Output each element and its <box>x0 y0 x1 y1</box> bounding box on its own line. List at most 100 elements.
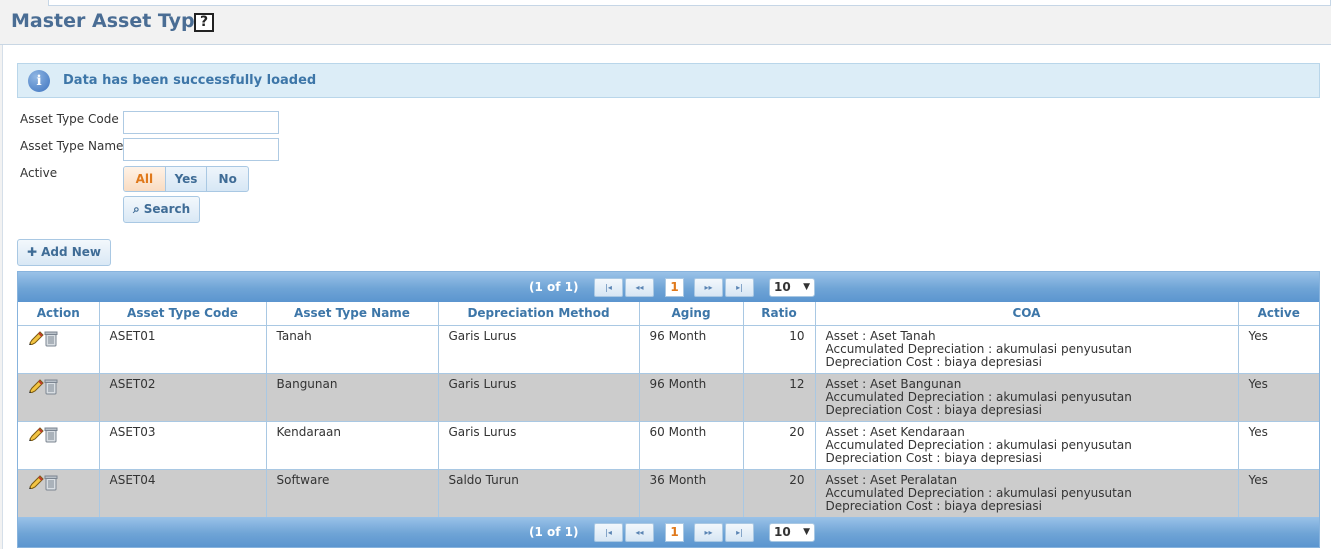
first-page-button[interactable]: |◂ <box>594 523 623 542</box>
active-toggle-group: All Yes No <box>123 166 249 192</box>
cell-ratio: 12 <box>743 373 816 422</box>
coa-asset-line: Asset : Aset Bangunan <box>825 376 962 391</box>
row-actions <box>18 373 100 422</box>
asset-type-name-input[interactable] <box>123 138 279 161</box>
cell-coa: Asset : Aset Bangunan Accumulated Depreci… <box>815 373 1239 422</box>
column-header-active[interactable]: Active <box>1238 302 1319 326</box>
cell-asset-type-code: ASET03 <box>99 421 267 470</box>
rows-per-page-value: 10 <box>774 525 791 539</box>
asset-type-code-input[interactable] <box>123 111 279 134</box>
row-actions <box>18 325 100 374</box>
coa-cost-line: Depreciation Cost : biaya depresiasi <box>825 498 1043 513</box>
chevron-down-icon: ▼ <box>803 282 810 292</box>
coa-asset-line: Asset : Aset Tanah <box>825 328 936 343</box>
help-icon[interactable]: ? <box>194 13 214 32</box>
cell-coa: Asset : Aset Kendaraan Accumulated Deprec… <box>815 421 1239 470</box>
active-option-no[interactable]: No <box>207 167 248 191</box>
table-row[interactable]: ASET04 Software Saldo Turun 36 Month 20 Asset… <box>18 469 1319 518</box>
pager-count: (1 of 1) <box>529 525 579 539</box>
column-header-ratio[interactable]: Ratio <box>743 302 816 326</box>
cell-asset-type-code: ASET01 <box>99 325 267 374</box>
pager-bottom: (1 of 1) |◂ ◂◂ 1 ▸▸ ▸| 10 ▼ <box>18 517 1319 547</box>
edit-icon[interactable] <box>28 426 44 441</box>
cell-asset-type-name: Bangunan <box>266 373 439 422</box>
coa-asset-line: Asset : Aset Peralatan <box>825 472 958 487</box>
search-icon: ⌕ <box>133 202 140 216</box>
info-message-text: Data has been successfully loaded <box>63 73 317 88</box>
info-icon: i <box>28 70 50 92</box>
edit-icon[interactable] <box>28 474 44 489</box>
table-body: ASET01 Tanah Garis Lurus 96 Month 10 Asset : … <box>18 325 1319 518</box>
active-option-all[interactable]: All <box>124 167 166 191</box>
next-page-button[interactable]: ▸▸ <box>694 278 723 297</box>
column-header-asset-type-name[interactable]: Asset Type Name <box>266 302 439 326</box>
last-page-button[interactable]: ▸| <box>725 523 754 542</box>
table-row[interactable]: ASET01 Tanah Garis Lurus 96 Month 10 Asset : … <box>18 325 1319 374</box>
cell-coa: Asset : Aset Tanah Accumulated Depreciati… <box>815 325 1239 374</box>
prev-page-button[interactable]: ◂◂ <box>625 278 654 297</box>
table-header-row: Action Asset Type Code Asset Type Name D… <box>18 302 1319 326</box>
coa-accumulated-line: Accumulated Depreciation : akumulasi pen… <box>825 389 1132 404</box>
column-header-action[interactable]: Action <box>18 302 100 326</box>
coa-accumulated-line: Accumulated Depreciation : akumulasi pen… <box>825 341 1132 356</box>
cell-asset-type-code: ASET04 <box>99 469 267 518</box>
first-page-button[interactable]: |◂ <box>594 278 623 297</box>
cell-ratio: 20 <box>743 469 816 518</box>
trash-icon[interactable] <box>44 475 58 491</box>
cell-ratio: 20 <box>743 421 816 470</box>
cell-active: Yes <box>1238 469 1319 518</box>
coa-asset-line: Asset : Aset Kendaraan <box>825 424 965 439</box>
search-button[interactable]: ⌕ Search <box>123 196 201 223</box>
page-title: Master Asset Type <box>11 10 208 32</box>
search-button-label: Search <box>143 202 191 216</box>
row-actions <box>18 469 100 518</box>
rows-per-page-select[interactable]: 10 ▼ <box>769 278 815 297</box>
cell-aging: 96 Month <box>639 325 744 374</box>
cell-active: Yes <box>1238 421 1319 470</box>
prev-page-button[interactable]: ◂◂ <box>625 523 654 542</box>
trash-icon[interactable] <box>44 331 58 347</box>
cell-aging: 60 Month <box>639 421 744 470</box>
column-header-asset-type-code[interactable]: Asset Type Code <box>99 302 267 326</box>
next-page-button[interactable]: ▸▸ <box>694 523 723 542</box>
active-option-yes[interactable]: Yes <box>166 167 208 191</box>
cell-asset-type-name: Software <box>266 469 439 518</box>
add-new-button-label: Add New <box>41 245 101 259</box>
cell-depreciation-method: Garis Lurus <box>438 373 640 422</box>
coa-cost-line: Depreciation Cost : biaya depresiasi <box>825 354 1043 369</box>
coa-cost-line: Depreciation Cost : biaya depresiasi <box>825 402 1043 417</box>
column-header-depreciation-method[interactable]: Depreciation Method <box>438 302 640 326</box>
coa-cost-line: Depreciation Cost : biaya depresiasi <box>825 450 1043 465</box>
cell-aging: 36 Month <box>639 469 744 518</box>
pager-top: (1 of 1) |◂ ◂◂ 1 ▸▸ ▸| 10 ▼ <box>18 272 1319 302</box>
info-message: i Data has been successfully loaded <box>17 63 1320 98</box>
edit-icon[interactable] <box>28 378 44 393</box>
trash-icon[interactable] <box>44 379 58 395</box>
rows-per-page-select[interactable]: 10 ▼ <box>769 523 815 542</box>
column-header-coa[interactable]: COA <box>815 302 1239 326</box>
table-row[interactable]: ASET02 Bangunan Garis Lurus 96 Month 12 Asset… <box>18 373 1319 422</box>
page-header: Master Asset Type ? <box>0 0 1331 45</box>
trash-icon[interactable] <box>44 427 58 443</box>
top-strip <box>48 0 1331 6</box>
active-label: Active <box>20 166 58 180</box>
coa-accumulated-line: Accumulated Depreciation : akumulasi pen… <box>825 485 1132 500</box>
asset-type-table: Action Asset Type Code Asset Type Name D… <box>18 302 1319 518</box>
cell-ratio: 10 <box>743 325 816 374</box>
asset-type-name-label: Asset Type Name <box>20 139 124 153</box>
add-new-button[interactable]: ✚ Add New <box>17 239 111 266</box>
row-actions <box>18 421 100 470</box>
cell-coa: Asset : Aset Peralatan Accumulated Deprec… <box>815 469 1239 518</box>
cell-depreciation-method: Garis Lurus <box>438 421 640 470</box>
last-page-button[interactable]: ▸| <box>725 278 754 297</box>
table-row[interactable]: ASET03 Kendaraan Garis Lurus 60 Month 20 Asse… <box>18 421 1319 470</box>
cell-asset-type-name: Tanah <box>266 325 439 374</box>
page-number-button[interactable]: 1 <box>665 523 684 542</box>
column-header-aging[interactable]: Aging <box>639 302 744 326</box>
page-number-button[interactable]: 1 <box>665 278 684 297</box>
edit-icon[interactable] <box>28 330 44 345</box>
asset-type-grid: (1 of 1) |◂ ◂◂ 1 ▸▸ ▸| 10 ▼ Action Asset… <box>17 271 1320 548</box>
cell-active: Yes <box>1238 373 1319 422</box>
rows-per-page-value: 10 <box>774 280 791 294</box>
cell-active: Yes <box>1238 325 1319 374</box>
